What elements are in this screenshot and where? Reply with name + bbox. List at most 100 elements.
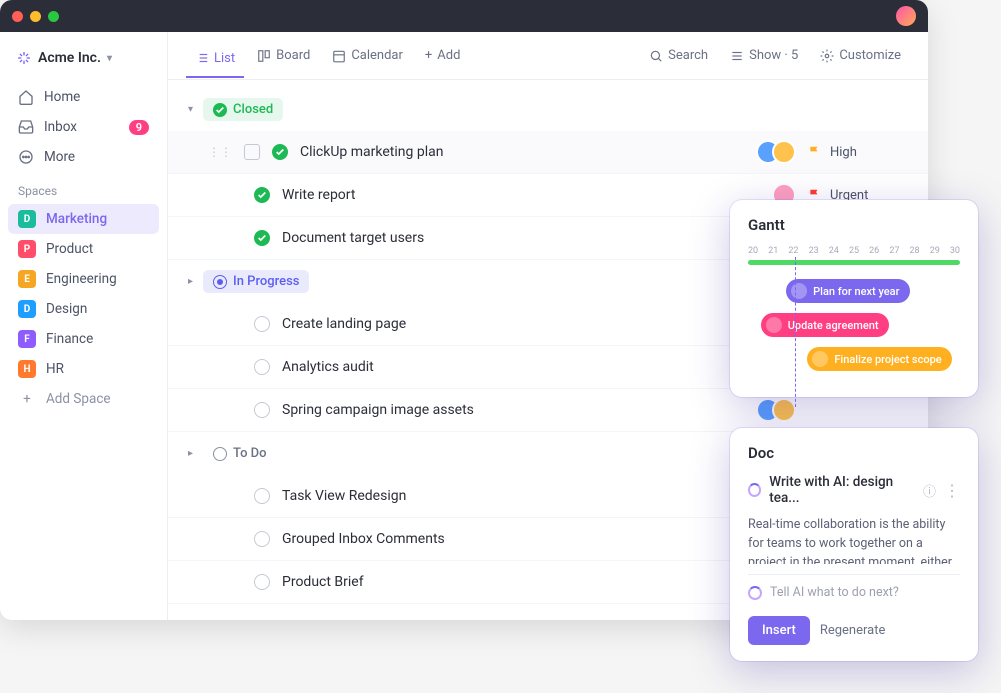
sidebar-space-item[interactable]: D Design — [8, 294, 159, 324]
chevron-down-icon: ▾ — [107, 53, 112, 64]
gantt-bar[interactable]: Update agreement — [761, 313, 889, 337]
status-open-icon[interactable] — [254, 402, 270, 418]
space-icon: F — [18, 330, 36, 348]
status-todo-icon — [213, 447, 227, 461]
doc-subtitle-row: Write with AI: design tea... ⓘ ⋮ — [748, 474, 960, 506]
doc-popup: Doc Write with AI: design tea... ⓘ ⋮ Rea… — [730, 428, 978, 661]
assignee-avatar[interactable] — [772, 398, 796, 422]
customize-button[interactable]: Customize — [811, 42, 910, 69]
flag-icon — [808, 145, 822, 159]
calendar-icon — [332, 49, 346, 63]
workspace-name: Acme Inc. — [38, 50, 101, 66]
space-label: Engineering — [46, 271, 117, 287]
status-done-icon[interactable] — [272, 144, 288, 160]
status-open-icon[interactable] — [254, 574, 270, 590]
nav-inbox-label: Inbox — [44, 119, 77, 135]
regenerate-button[interactable]: Regenerate — [820, 623, 886, 638]
nav-more[interactable]: More — [8, 142, 159, 172]
status-open-icon[interactable] — [254, 488, 270, 504]
status-closed-icon — [213, 103, 227, 117]
sidebar-space-item[interactable]: H HR — [8, 354, 159, 384]
search-icon — [649, 49, 663, 63]
nav-home[interactable]: Home — [8, 82, 159, 112]
doc-title: Doc — [748, 444, 960, 462]
task-row[interactable]: ⋮⋮ ClickUp marketing plan High — [168, 131, 928, 174]
view-toolbar: List Board Calendar +Add Search Show · 5… — [168, 32, 928, 80]
status-open-icon[interactable] — [254, 316, 270, 332]
sliders-icon — [730, 49, 744, 63]
assignees — [756, 140, 796, 164]
drag-handle-icon[interactable]: ⋮⋮ — [208, 145, 232, 159]
assignee-avatar — [791, 283, 807, 299]
gantt-title: Gantt — [748, 216, 960, 234]
close-window-icon[interactable] — [12, 11, 23, 22]
nav-more-label: More — [44, 149, 75, 165]
status-open-icon[interactable] — [254, 359, 270, 375]
kebab-icon[interactable]: ⋮ — [944, 481, 960, 500]
home-icon — [18, 89, 34, 105]
add-view-button[interactable]: +Add — [416, 42, 470, 69]
doc-input-placeholder: Tell AI what to do next? — [770, 585, 899, 600]
gear-icon — [820, 49, 834, 63]
space-label: Finance — [46, 331, 93, 347]
gantt-bar[interactable]: Plan for next year — [786, 279, 909, 303]
sidebar-space-item[interactable]: D Marketing — [8, 204, 159, 234]
gantt-progress-track — [748, 260, 960, 265]
group-header[interactable]: ▾ Closed — [168, 88, 928, 131]
task-name: Product Brief — [282, 574, 760, 590]
sidebar: Acme Inc. ▾ Home Inbox 9 More Spaces DMa… — [0, 32, 168, 620]
priority-cell[interactable]: High — [808, 145, 908, 160]
space-icon: D — [18, 300, 36, 318]
sidebar-space-item[interactable]: EEngineering — [8, 264, 159, 294]
workspace-switcher[interactable]: Acme Inc. ▾ — [8, 44, 159, 72]
info-icon[interactable]: ⓘ — [923, 481, 936, 500]
assignee-avatar[interactable] — [772, 140, 796, 164]
task-name: ClickUp marketing plan — [300, 144, 744, 160]
workspace-logo-icon — [16, 50, 32, 66]
add-space-button[interactable]: + Add Space — [8, 384, 159, 414]
assignee-avatar — [812, 351, 828, 367]
view-board-tab[interactable]: Board — [248, 42, 319, 69]
task-name: Create landing page — [282, 316, 760, 332]
status-progress-icon — [213, 275, 227, 289]
user-avatar[interactable] — [896, 6, 916, 26]
assignees — [756, 398, 796, 422]
status-pill: Closed — [203, 98, 283, 121]
caret-icon[interactable]: ▾ — [188, 104, 193, 115]
status-pill: In Progress — [203, 270, 309, 293]
sidebar-space-item[interactable]: F Finance — [8, 324, 159, 354]
space-icon: H — [18, 360, 36, 378]
ai-icon — [748, 483, 761, 497]
doc-ai-input[interactable]: Tell AI what to do next? — [748, 574, 960, 606]
checkbox[interactable] — [244, 144, 260, 160]
view-calendar-tab[interactable]: Calendar — [323, 42, 412, 69]
minimize-window-icon[interactable] — [30, 11, 41, 22]
ai-icon — [748, 586, 762, 600]
gantt-bar[interactable]: Finalize project scope — [807, 347, 951, 371]
nav-home-label: Home — [44, 89, 80, 105]
sidebar-space-item[interactable]: PProduct — [8, 234, 159, 264]
maximize-window-icon[interactable] — [48, 11, 59, 22]
status-done-icon[interactable] — [254, 187, 270, 203]
list-icon — [195, 51, 209, 65]
space-label: Design — [46, 301, 87, 317]
doc-subtitle: Write with AI: design tea... — [769, 474, 915, 506]
show-button[interactable]: Show · 5 — [721, 42, 807, 69]
task-name: Document target users — [282, 230, 744, 246]
space-label: HR — [46, 361, 64, 377]
search-button[interactable]: Search — [640, 42, 717, 69]
status-open-icon[interactable] — [254, 531, 270, 547]
caret-icon[interactable]: ▸ — [188, 276, 193, 287]
add-space-label: Add Space — [46, 391, 111, 407]
task-name: Write report — [282, 187, 760, 203]
assignee-avatar — [766, 317, 782, 333]
status-done-icon[interactable] — [254, 230, 270, 246]
space-icon: D — [18, 210, 36, 228]
space-label: Marketing — [46, 211, 107, 227]
nav-inbox[interactable]: Inbox 9 — [8, 112, 159, 142]
gantt-bar-label: Plan for next year — [813, 285, 899, 298]
insert-button[interactable]: Insert — [748, 616, 810, 645]
caret-icon[interactable]: ▸ — [188, 448, 193, 459]
doc-body-text: Real-time collaboration is the ability f… — [748, 516, 960, 564]
view-list-tab[interactable]: List — [186, 45, 244, 78]
